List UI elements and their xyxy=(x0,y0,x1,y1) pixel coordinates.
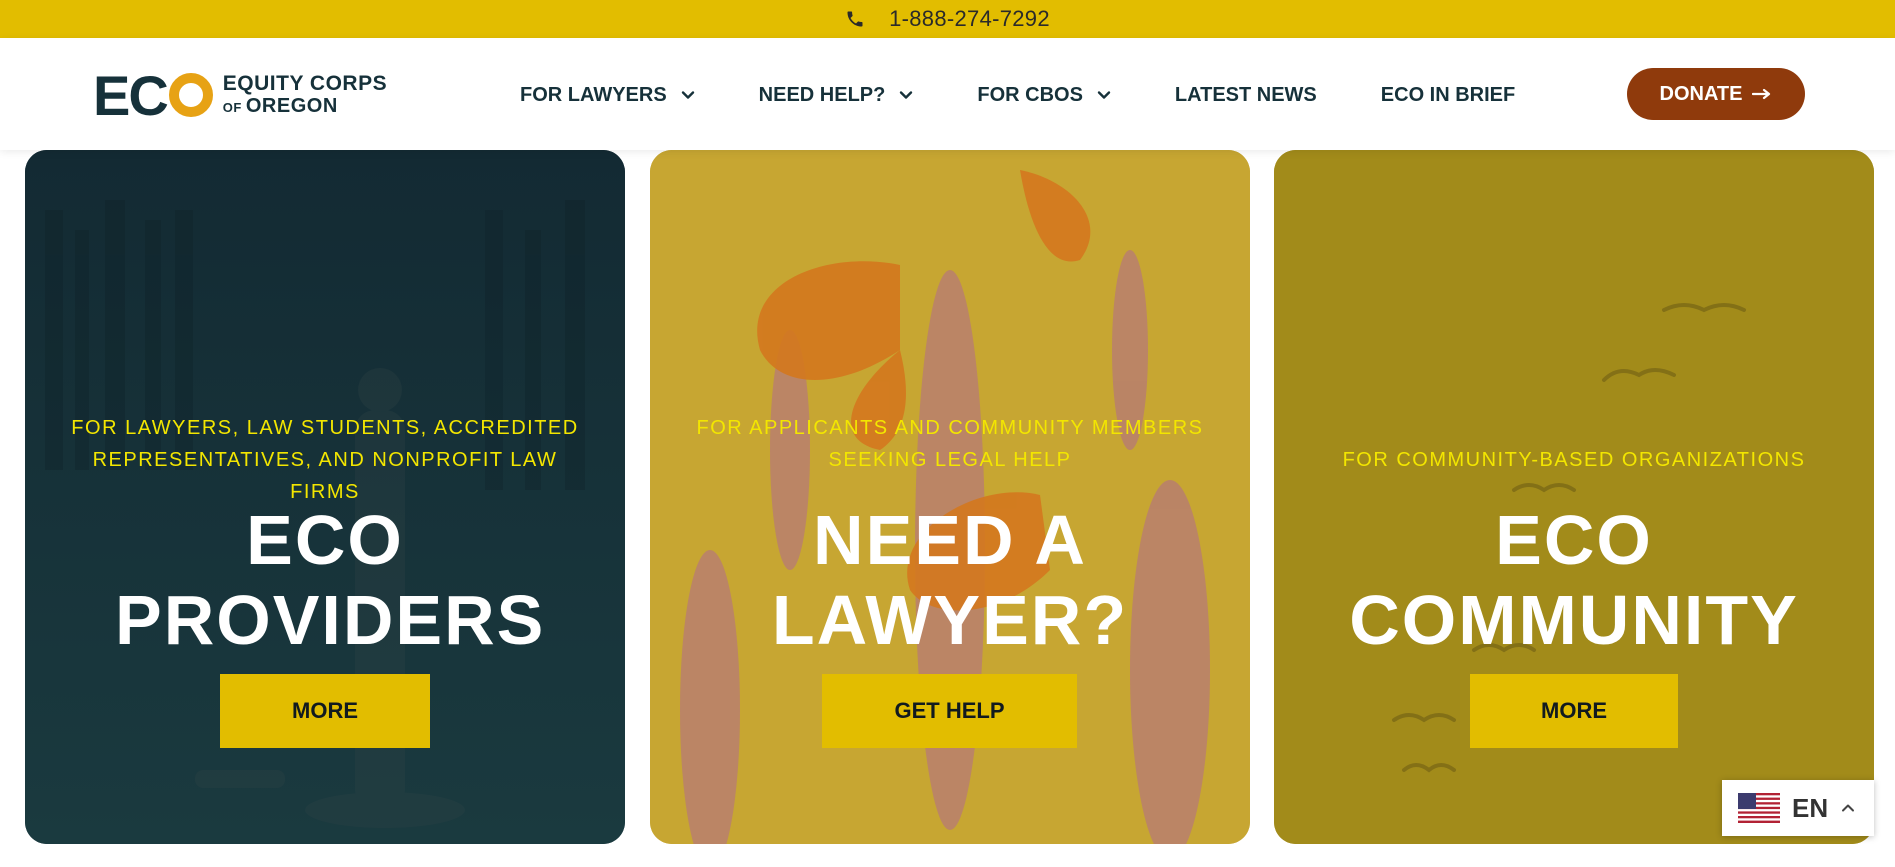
logo-wordmark: EQUITY CORPS OF OREGON xyxy=(223,73,387,116)
chevron-down-icon xyxy=(681,88,695,102)
card-eco-providers: FOR LAWYERS, LAW STUDENTS, ACCREDITED RE… xyxy=(25,150,625,844)
card-heading: ECO COMMUNITY xyxy=(1349,501,1799,659)
nav-label: LATEST NEWS xyxy=(1174,83,1317,106)
nav-item-for-lawyers[interactable]: FOR LAWYERS xyxy=(520,84,695,107)
logo-line-1: EQUITY CORPS xyxy=(222,72,388,96)
logo-o-ring xyxy=(168,73,213,117)
language-switcher[interactable]: EN xyxy=(1722,780,1874,836)
logo-line-2: OF OREGON xyxy=(222,94,387,117)
main-navigation: FOR LAWYERS NEED HELP? FOR CBOS LATEST N… xyxy=(520,78,1515,112)
arrow-right-icon xyxy=(1752,87,1772,101)
more-button[interactable]: MORE xyxy=(220,674,430,748)
logo-mark: EC xyxy=(93,63,213,128)
phone-icon xyxy=(845,9,865,29)
logo-line-2-prefix: OF xyxy=(222,99,242,115)
card-eyebrow: FOR LAWYERS, LAW STUDENTS, ACCREDITED RE… xyxy=(71,417,579,503)
donate-label: DONATE xyxy=(1659,82,1743,105)
nav-item-for-cbos[interactable]: FOR CBOS xyxy=(977,84,1111,107)
card-need-a-lawyer: FOR APPLICANTS AND COMMUNITY MEMBERS SEE… xyxy=(650,150,1250,844)
nav-item-eco-in-brief[interactable]: ECO IN BRIEF xyxy=(1381,84,1515,107)
logo-line-2-text: OREGON xyxy=(245,94,338,117)
site-logo[interactable]: EC EQUITY CORPS OF OREGON xyxy=(93,64,387,127)
phone-number-link[interactable]: 1-888-274-7292 xyxy=(889,6,1050,32)
chevron-down-icon xyxy=(1097,88,1111,102)
card-eyebrow: FOR COMMUNITY-BASED ORGANIZATIONS xyxy=(1342,449,1806,471)
get-help-button[interactable]: GET HELP xyxy=(822,674,1077,748)
donate-button[interactable]: DONATE xyxy=(1627,68,1805,120)
nav-label: FOR LAWYERS xyxy=(520,83,667,106)
us-flag-icon xyxy=(1738,793,1780,823)
card-eco-community: FOR COMMUNITY-BASED ORGANIZATIONS ECO CO… xyxy=(1274,150,1874,844)
nav-label: NEED HELP? xyxy=(758,83,886,106)
nav-label: FOR CBOS xyxy=(977,83,1083,106)
chevron-down-icon xyxy=(899,88,913,102)
top-contact-bar: 1-888-274-7292 xyxy=(0,0,1895,38)
nav-item-need-help[interactable]: NEED HELP? xyxy=(759,84,914,107)
more-button[interactable]: MORE xyxy=(1470,674,1678,748)
logo-mark-letters: EC xyxy=(93,63,169,127)
card-heading: NEED A LAWYER? xyxy=(771,501,1129,659)
card-eyebrow: FOR APPLICANTS AND COMMUNITY MEMBERS SEE… xyxy=(696,417,1204,471)
language-code: EN xyxy=(1792,792,1829,823)
nav-label: ECO IN BRIEF xyxy=(1380,83,1516,106)
card-heading: ECO PROVIDERS xyxy=(115,501,546,659)
chevron-up-icon xyxy=(1840,800,1856,816)
site-header: EC EQUITY CORPS OF OREGON FOR LAWYERS NEE… xyxy=(0,38,1895,150)
nav-item-latest-news[interactable]: LATEST NEWS xyxy=(1175,84,1317,107)
